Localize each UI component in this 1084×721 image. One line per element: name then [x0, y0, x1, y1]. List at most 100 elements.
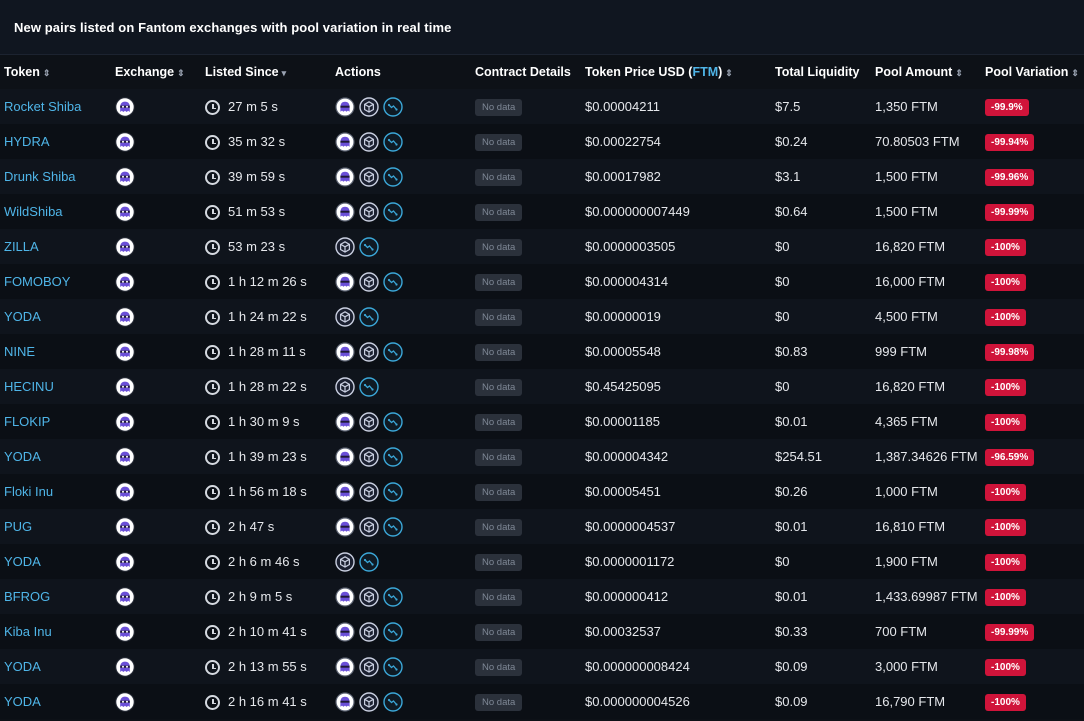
ghost-icon[interactable] [335, 621, 355, 642]
token-link[interactable]: YODA [4, 554, 41, 569]
ghost-icon[interactable] [335, 656, 355, 677]
contract-details-cell: No data [471, 264, 581, 299]
actions-cell [331, 684, 471, 719]
token-link[interactable]: HECINU [4, 379, 54, 394]
sort-desc-icon[interactable]: ▾ [282, 68, 287, 78]
chart-icon[interactable] [383, 131, 403, 152]
chart-icon[interactable] [383, 341, 403, 362]
chart-icon[interactable] [359, 376, 379, 397]
pool-variation-badge: -100% [985, 553, 1026, 571]
chart-icon[interactable] [383, 656, 403, 677]
clock-icon [205, 484, 220, 500]
column-header-pool-amount[interactable]: Pool Amount ⇕ [871, 55, 981, 89]
cube-icon[interactable] [335, 551, 355, 572]
token-link[interactable]: FLOKIP [4, 414, 50, 429]
cube-icon[interactable] [359, 446, 379, 467]
ghost-icon[interactable] [335, 586, 355, 607]
ghost-icon[interactable] [335, 341, 355, 362]
token-link[interactable]: NINE [4, 344, 35, 359]
chart-icon[interactable] [383, 481, 403, 502]
token-link[interactable]: YODA [4, 694, 41, 709]
exchange-cell [111, 614, 201, 649]
chart-icon[interactable] [383, 411, 403, 432]
table-row: YODA 1 h 39 m 23 s No data $0.000004342 $254… [0, 439, 1084, 474]
token-link[interactable]: YODA [4, 449, 41, 464]
column-header-token[interactable]: Token ⇕ [0, 55, 111, 89]
ghost-icon[interactable] [335, 481, 355, 502]
cube-icon[interactable] [359, 621, 379, 642]
cube-icon[interactable] [359, 516, 379, 537]
chart-icon[interactable] [383, 621, 403, 642]
token-link[interactable]: Kiba Inu [4, 624, 52, 639]
cube-icon[interactable] [359, 411, 379, 432]
cube-icon[interactable] [359, 166, 379, 187]
sort-icon[interactable]: ⇕ [177, 68, 185, 78]
ghost-icon[interactable] [335, 166, 355, 187]
token-link[interactable]: BFROG [4, 589, 50, 604]
listed-since-cell: 2 h 13 m 55 s [201, 649, 331, 684]
cube-icon[interactable] [359, 201, 379, 222]
ghost-icon[interactable] [335, 446, 355, 467]
cube-icon[interactable] [359, 131, 379, 152]
sort-icon[interactable]: ⇕ [1071, 68, 1079, 78]
chart-icon[interactable] [359, 236, 379, 257]
token-link[interactable]: Drunk Shiba [4, 169, 76, 184]
token-link[interactable]: Floki Inu [4, 484, 53, 499]
cube-icon[interactable] [359, 96, 379, 117]
sort-icon[interactable]: ⇕ [43, 68, 51, 78]
chart-icon[interactable] [359, 306, 379, 327]
token-link[interactable]: YODA [4, 309, 41, 324]
chart-icon[interactable] [383, 516, 403, 537]
token-link[interactable]: WildShiba [4, 204, 63, 219]
cube-icon[interactable] [359, 271, 379, 292]
actions-cell [331, 369, 471, 404]
chart-icon[interactable] [383, 691, 403, 712]
ghost-icon[interactable] [335, 131, 355, 152]
listed-since-cell: 2 h 6 m 46 s [201, 544, 331, 579]
cube-icon[interactable] [359, 586, 379, 607]
ghost-icon[interactable] [335, 411, 355, 432]
column-header-exchange[interactable]: Exchange ⇕ [111, 55, 201, 89]
column-header-listed-since[interactable]: Listed Since ▾ [201, 55, 331, 89]
cube-icon[interactable] [335, 306, 355, 327]
token-link[interactable]: Rocket Shiba [4, 99, 81, 114]
chart-icon[interactable] [383, 96, 403, 117]
cube-icon[interactable] [359, 691, 379, 712]
token-price-cell: $0.00022754 [581, 124, 771, 159]
sort-icon[interactable]: ⇕ [725, 68, 733, 78]
chart-icon[interactable] [383, 586, 403, 607]
cube-icon[interactable] [359, 656, 379, 677]
token-link[interactable]: ZILLA [4, 239, 39, 254]
column-header-pool-variation[interactable]: Pool Variation ⇕ [981, 55, 1084, 89]
pool-variation-badge: -100% [985, 693, 1026, 711]
token-link[interactable]: HYDRA [4, 134, 50, 149]
cube-icon[interactable] [359, 341, 379, 362]
token-link[interactable]: FOMOBOY [4, 274, 70, 289]
token-price-cell: $0.45425095 [581, 369, 771, 404]
chart-icon[interactable] [383, 201, 403, 222]
currency-toggle-ftm[interactable]: FTM [692, 65, 718, 79]
exchange-cell [111, 264, 201, 299]
ghost-icon[interactable] [335, 516, 355, 537]
cube-icon[interactable] [335, 236, 355, 257]
ghost-icon[interactable] [335, 201, 355, 222]
chart-icon[interactable] [359, 551, 379, 572]
ghost-icon[interactable] [335, 691, 355, 712]
clock-icon [205, 519, 220, 535]
ghost-icon[interactable] [335, 271, 355, 292]
pool-variation-cell: -100% [981, 544, 1084, 579]
exchange-cell [111, 299, 201, 334]
chart-icon[interactable] [383, 446, 403, 467]
token-link[interactable]: YODA [4, 659, 41, 674]
cube-icon[interactable] [359, 481, 379, 502]
chart-icon[interactable] [383, 271, 403, 292]
chart-icon[interactable] [383, 166, 403, 187]
token-link[interactable]: PUG [4, 519, 32, 534]
token-cell: NINE [0, 334, 111, 369]
ghost-icon[interactable] [335, 96, 355, 117]
cube-icon[interactable] [335, 376, 355, 397]
pool-variation-badge: -99.99% [985, 203, 1035, 221]
sort-icon[interactable]: ⇕ [955, 68, 963, 78]
token-cell: FLOKIP [0, 404, 111, 439]
listed-since-cell: 1 h 56 m 18 s [201, 474, 331, 509]
